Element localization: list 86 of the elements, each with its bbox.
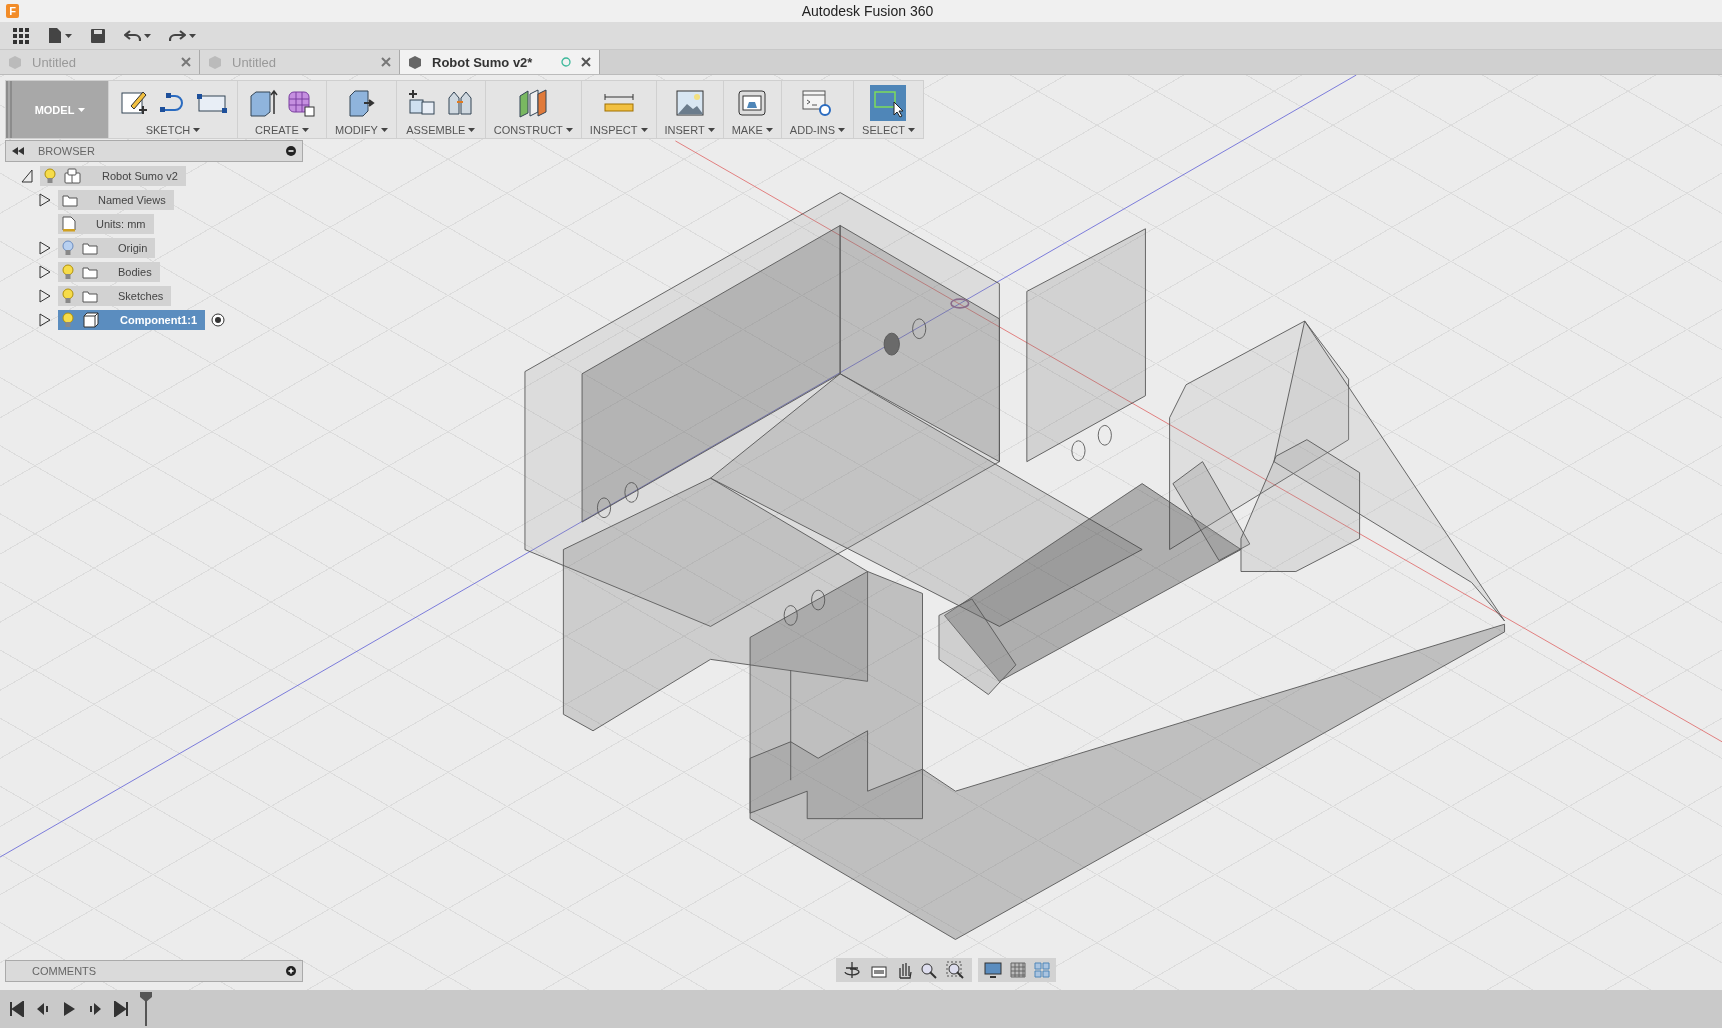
grid-icon [12,26,30,45]
caret-icon [468,128,476,132]
caret-icon [78,107,86,112]
light-bulb-icon[interactable] [62,312,74,328]
zoom-window-icon[interactable] [946,961,966,979]
panel-title: COMMENTS [31,965,98,977]
collapse-triangle-icon[interactable] [21,169,33,183]
expand-triangle-icon[interactable] [39,241,51,255]
toolbar-menu-button[interactable]: CONSTRUCT [493,124,573,136]
cube-icon [208,55,222,69]
toolbar-menu-button[interactable]: SELECT [862,124,915,136]
toolbar-menu-button[interactable]: MAKE [731,124,773,136]
hand-icon[interactable] [896,961,912,979]
expand-triangle-icon[interactable] [39,289,51,303]
first-frame-icon[interactable] [10,1001,24,1017]
tree-item[interactable]: Component1:1 [58,310,205,330]
caret-icon [301,128,309,132]
play-icon[interactable] [62,1001,76,1017]
close-icon[interactable] [181,57,191,67]
tree-item[interactable]: Sketches [58,286,172,306]
toolbar-menu-button[interactable]: SKETCH [145,124,201,136]
caret-icon [193,128,201,132]
tree-item[interactable]: Units: mm [58,214,154,234]
caret-icon [640,128,648,132]
folder-icon [82,289,98,303]
caret-icon [707,128,715,132]
caret-icon [144,33,151,38]
folder-icon [62,193,78,207]
step-forward-icon[interactable] [88,1001,102,1017]
activate-radio-icon[interactable] [211,313,225,327]
undo-icon [124,29,141,42]
caret-icon [189,33,196,38]
panel-title: BROWSER [37,145,96,157]
collapse-arrows-icon[interactable] [12,147,24,155]
app-logo: F [6,4,19,18]
light-bulb-icon[interactable] [62,264,74,280]
close-icon[interactable] [581,57,591,67]
document-ruler-icon [62,216,76,232]
window-title: Autodesk Fusion 360 [800,3,935,19]
image-icon[interactable] [674,88,705,118]
expand-triangle-icon[interactable] [39,193,51,207]
caret-icon [380,128,388,132]
orbit-icon[interactable] [842,961,862,979]
press-pull-icon[interactable] [346,88,377,118]
component-box-icon [82,312,100,328]
display-icon[interactable] [984,962,1002,978]
grid-box-icon[interactable] [286,88,316,118]
extrude-icon[interactable] [248,88,278,118]
tree-item[interactable]: Origin [58,238,156,258]
light-bulb-icon[interactable] [44,168,56,184]
timeline-marker-icon[interactable] [140,992,152,1026]
save-icon [90,27,106,44]
toolbar-menu-button[interactable]: INSPECT [589,124,648,136]
caret-icon [907,128,915,132]
step-back-icon[interactable] [36,1001,50,1017]
toolbar-menu-button[interactable]: ASSEMBLE [406,124,476,136]
redo-icon [169,29,186,42]
origin-marker [950,298,970,309]
tree-item[interactable]: Named Views [58,190,174,210]
printer-icon[interactable] [737,88,768,118]
light-bulb-icon[interactable] [62,288,74,304]
new-component-icon[interactable] [406,88,437,118]
expand-triangle-icon[interactable] [39,313,51,327]
close-icon[interactable] [381,57,391,67]
last-frame-icon[interactable] [114,1001,128,1017]
plus-circle-icon[interactable] [286,966,296,976]
toolbar-menu-button[interactable]: ADD-INS [789,124,846,136]
zoom-icon[interactable] [920,961,938,979]
cube-icon [8,55,22,69]
toolbar-menu-button[interactable]: MODIFY [335,124,388,136]
caret-icon [65,33,72,38]
components-icon [64,168,82,184]
cube-icon [408,55,422,69]
folder-icon [82,241,98,255]
file-icon [48,27,62,44]
minus-circle-icon[interactable] [286,146,296,156]
tree-item[interactable]: Robot Sumo v2 [40,166,186,186]
caret-icon [838,128,846,132]
folder-icon [82,265,98,279]
expand-triangle-icon[interactable] [39,265,51,279]
caret-icon [565,128,573,132]
caret-icon [765,128,773,132]
toolbar-menu-button[interactable]: INSERT [664,124,715,136]
document-tab[interactable]: Robot Sumo v2* [400,50,600,74]
toolbar-menu-button[interactable]: CREATE [255,124,309,136]
tree-item[interactable]: Bodies [58,262,160,282]
